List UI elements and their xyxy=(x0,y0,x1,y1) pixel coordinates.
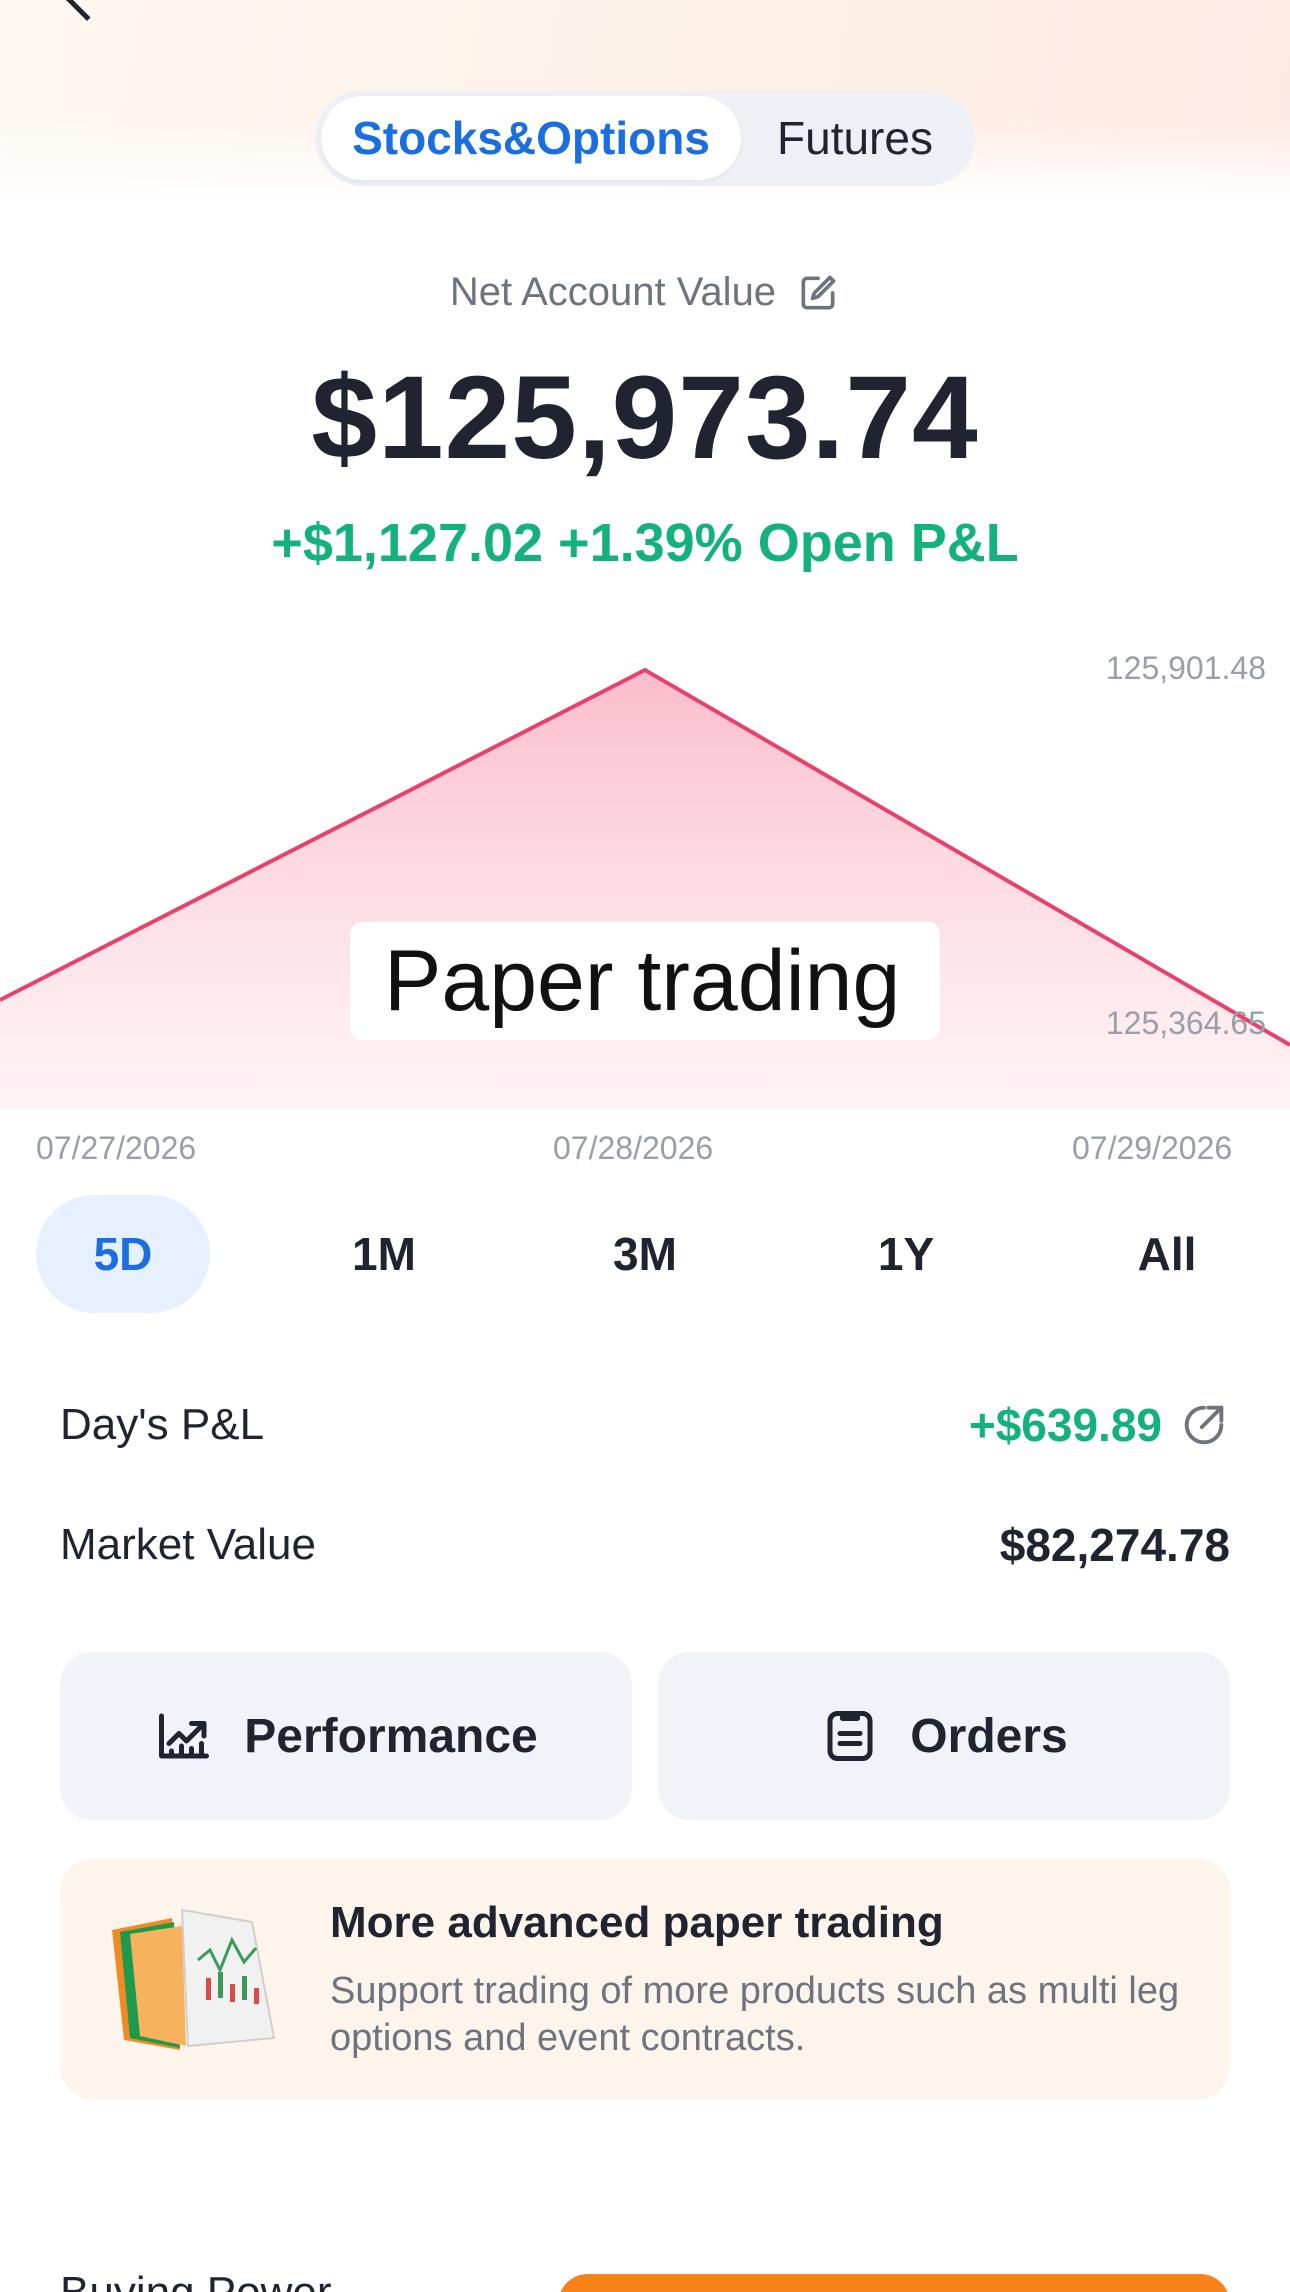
open-pl: +$1,127.02 +1.39% Open P&L xyxy=(271,513,1019,573)
advanced-paper-trading-banner[interactable]: More advanced paper trading Support trad… xyxy=(60,1858,1230,2100)
days-pl-row: Day's P&L +$639.89 xyxy=(60,1385,1230,1465)
promo-description: Support trading of more products such as… xyxy=(330,1970,1180,2059)
account-chart[interactable]: 125,901.48 125,364.65 Paper trading xyxy=(0,620,1290,1110)
time-range-selector: 5D 1M 3M 1Y All xyxy=(36,1194,1254,1314)
days-pl-value-group: +$639.89 xyxy=(969,1398,1230,1452)
tab-futures[interactable]: Futures xyxy=(741,96,969,180)
days-pl-label: Day's P&L xyxy=(60,1400,265,1449)
range-1m[interactable]: 1M xyxy=(297,1195,471,1313)
range-3m[interactable]: 3M xyxy=(558,1195,732,1313)
share-icon[interactable] xyxy=(1178,1399,1230,1451)
net-account-value-header: Net Account Value xyxy=(0,270,1290,315)
chart-area-fill xyxy=(0,670,1290,1110)
days-pl-value: +$639.89 xyxy=(968,1399,1162,1451)
range-1y[interactable]: 1Y xyxy=(819,1195,993,1313)
range-5d[interactable]: 5D xyxy=(36,1195,210,1313)
y-tick-label: 125,364.65 xyxy=(1105,1005,1266,1041)
y-tick-label: 125,901.48 xyxy=(1105,650,1266,686)
tab-stocks-options[interactable]: Stocks&Options xyxy=(321,96,741,180)
promo-title: More advanced paper trading xyxy=(330,1898,944,1947)
range-all[interactable]: All xyxy=(1080,1195,1254,1313)
x-tick-label: 07/29/2026 xyxy=(1072,1130,1233,1166)
paper-trading-watermark: Paper trading xyxy=(350,922,940,1040)
x-tick-label: 07/27/2026 xyxy=(36,1130,197,1166)
performance-label: Performance xyxy=(244,1709,538,1763)
chart-trend-icon xyxy=(159,1713,210,1759)
clipboard-icon xyxy=(827,1711,873,1761)
market-value-label: Market Value xyxy=(60,1520,316,1569)
orders-button[interactable]: Orders xyxy=(658,1652,1230,1820)
book-illustration-icon xyxy=(112,1908,276,2050)
performance-button[interactable]: Performance xyxy=(60,1652,632,1820)
market-value: $82,274.78 xyxy=(999,1519,1230,1571)
market-value-row: Market Value $82,274.78 xyxy=(60,1505,1230,1585)
orders-label: Orders xyxy=(910,1709,1068,1763)
net-account-value-label: Net Account Value xyxy=(449,270,777,314)
net-account-value: $125,973.74 xyxy=(311,352,979,484)
trade-button[interactable] xyxy=(558,2274,1230,2292)
account-type-switch: Stocks&Options Futures xyxy=(315,90,975,186)
edit-icon[interactable] xyxy=(796,271,840,315)
x-axis-labels: 07/27/2026 07/28/2026 07/29/2026 xyxy=(0,1130,1290,1170)
buying-power-label: Buying Power xyxy=(60,2268,331,2292)
x-tick-label: 07/28/2026 xyxy=(553,1130,714,1166)
